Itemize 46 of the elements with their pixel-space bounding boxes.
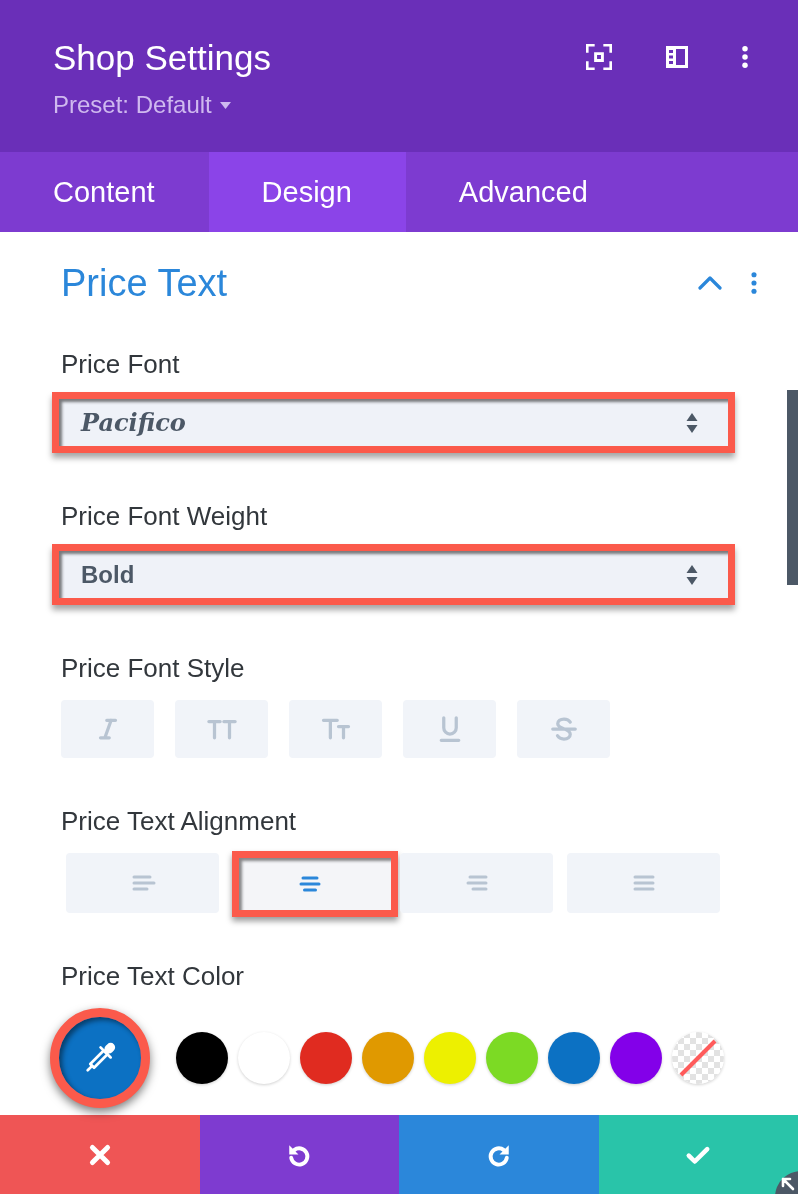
font-style-button[interactable] bbox=[289, 700, 382, 758]
kebab-menu-icon[interactable] bbox=[751, 272, 757, 294]
resize-handle-icon[interactable] bbox=[774, 1170, 798, 1194]
tab[interactable]: Content bbox=[0, 152, 209, 232]
preset-dropdown[interactable]: Preset: Default bbox=[53, 90, 231, 120]
alignment-button[interactable] bbox=[567, 853, 720, 913]
section-title: Price Text bbox=[61, 261, 228, 305]
panel-layout-icon[interactable] bbox=[665, 45, 689, 69]
alignment-button[interactable] bbox=[400, 853, 553, 913]
sort-arrows-icon bbox=[686, 411, 698, 434]
strikethrough-icon bbox=[548, 714, 579, 744]
scrollbar-thumb[interactable] bbox=[787, 390, 798, 585]
color-swatch-icon[interactable] bbox=[300, 1032, 352, 1084]
color-swatch-icon[interactable] bbox=[362, 1032, 414, 1084]
tab[interactable]: Design bbox=[208, 152, 406, 232]
undo-button[interactable] bbox=[199, 1115, 399, 1194]
field-label: Price Text Alignment bbox=[61, 805, 298, 838]
field-label: Price Font bbox=[61, 348, 181, 381]
alignment-button[interactable] bbox=[232, 851, 398, 917]
select-field[interactable]: Pacifico bbox=[52, 392, 735, 453]
select-field[interactable]: Bold bbox=[52, 544, 735, 605]
sort-arrows-icon bbox=[686, 563, 698, 586]
color-swatch-icon[interactable] bbox=[548, 1032, 600, 1084]
color-swatch-icon[interactable] bbox=[424, 1032, 476, 1084]
redo-button[interactable] bbox=[399, 1115, 599, 1194]
font-style-button[interactable] bbox=[61, 700, 154, 758]
field-label: Price Font Style bbox=[61, 652, 246, 685]
focus-frame-icon[interactable] bbox=[586, 44, 612, 70]
font-style-button[interactable] bbox=[403, 700, 496, 758]
kebab-menu-icon[interactable] bbox=[742, 46, 748, 68]
color-swatch-icon[interactable] bbox=[486, 1032, 538, 1084]
field-label: Price Text Color bbox=[61, 960, 246, 993]
field-label: Price Font Weight bbox=[61, 500, 269, 533]
chevron-up-icon[interactable] bbox=[698, 276, 722, 290]
color-swatch-icon[interactable] bbox=[610, 1032, 662, 1084]
color-picker-button[interactable] bbox=[50, 1008, 150, 1108]
tab[interactable]: Advanced bbox=[405, 152, 642, 232]
font-style-button[interactable] bbox=[175, 700, 268, 758]
no-color-swatch-icon[interactable] bbox=[672, 1032, 724, 1084]
panel-title: Shop Settings bbox=[53, 37, 271, 79]
color-swatch-icon[interactable] bbox=[176, 1032, 228, 1084]
color-swatch-icon[interactable] bbox=[238, 1032, 290, 1084]
discard-button[interactable] bbox=[0, 1115, 200, 1194]
alignment-button[interactable] bbox=[66, 853, 219, 913]
font-style-button[interactable] bbox=[517, 700, 610, 758]
caret-icon bbox=[219, 101, 231, 109]
